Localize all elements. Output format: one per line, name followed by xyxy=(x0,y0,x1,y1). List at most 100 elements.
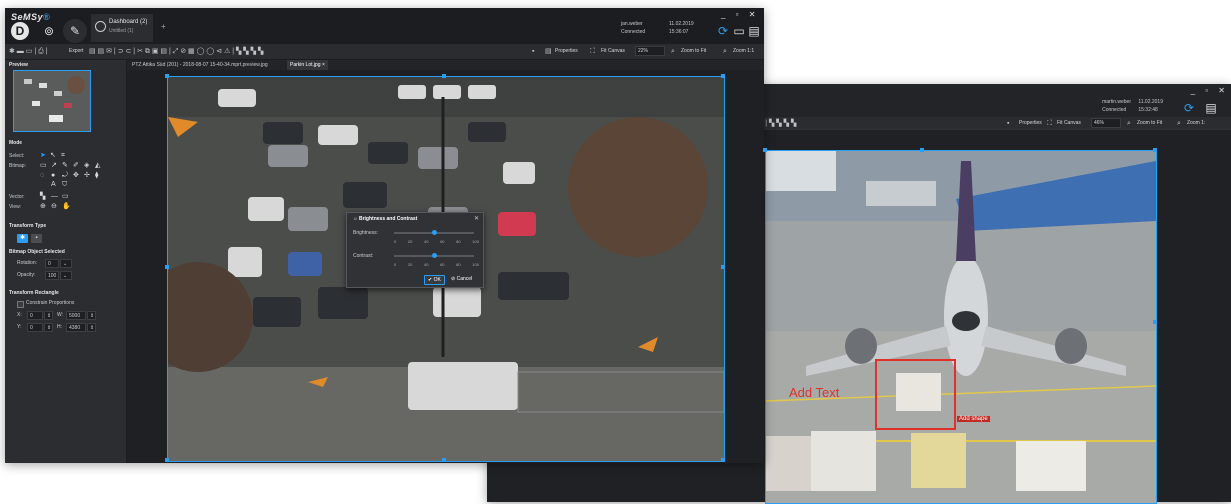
main-menu-button[interactable]: D xyxy=(11,22,29,40)
properties-button[interactable]: Properties xyxy=(1019,120,1042,126)
zoom-1-1-icon[interactable]: ⌕ xyxy=(1177,119,1181,128)
titlebar: SeMSy® D ⊚ ✎ Dashboard (2) Untitled (1) … xyxy=(5,8,764,44)
window-controls[interactable]: _ ▫ ✕ xyxy=(1191,86,1229,95)
layout-icon[interactable]: ▤ xyxy=(742,19,764,43)
resize-handle[interactable] xyxy=(721,265,725,269)
add-text-annotation[interactable]: Add Text xyxy=(789,385,839,400)
tab-document-parking[interactable]: Parkin Lot.jpg × xyxy=(287,60,328,70)
opacity-input[interactable]: 100 xyxy=(45,271,59,280)
annotation-rectangle[interactable] xyxy=(875,359,956,430)
cancel-button[interactable]: ⊘ Cancel xyxy=(448,275,475,283)
add-tab-icon[interactable]: + xyxy=(161,22,166,31)
resize-handle[interactable] xyxy=(442,458,446,462)
eraser-icon[interactable]: ◭ xyxy=(95,162,100,170)
h-input[interactable]: 4380 xyxy=(66,323,86,332)
contrast-slider[interactable] xyxy=(394,253,474,258)
move-icon[interactable]: ✥ xyxy=(73,172,79,180)
zoom-out-icon[interactable]: ⊖ xyxy=(51,203,57,211)
zoom-to-fit-button[interactable]: Zoom to Fit xyxy=(1137,120,1162,126)
zoom-1-1-button[interactable]: Zoom 1:1 xyxy=(733,48,754,54)
tool-icons-left[interactable]: ✱ ▬ ▭ | ⎙ | xyxy=(9,47,47,56)
transform-icon[interactable]: ✢ xyxy=(84,172,90,180)
x-input[interactable]: 0 xyxy=(27,311,43,320)
properties-button[interactable]: Properties xyxy=(555,48,578,54)
lasso-icon[interactable]: ◌ xyxy=(40,172,44,180)
brightness-slider[interactable] xyxy=(394,230,474,235)
select-pointer-icon[interactable]: ↖ xyxy=(50,152,56,160)
resize-handle[interactable] xyxy=(1153,320,1157,324)
fit-canvas-button[interactable]: Fit Canvas xyxy=(601,48,625,54)
resize-handle[interactable] xyxy=(1153,148,1157,152)
drop-icon[interactable]: ● xyxy=(51,172,55,180)
fit-canvas-icon[interactable]: ⛶ xyxy=(1047,119,1052,128)
zoom-in-icon[interactable]: ⊕ xyxy=(40,203,46,211)
opacity-dropdown[interactable]: ⌄ xyxy=(60,271,72,280)
zoom-to-fit-icon[interactable]: ⌕ xyxy=(1127,119,1131,128)
pen-icon[interactable]: ✐ xyxy=(73,162,79,170)
h-stepper[interactable]: ⇕ xyxy=(87,323,96,332)
ok-button[interactable]: ✔ OK xyxy=(424,275,445,285)
text-icon[interactable]: A xyxy=(51,181,56,189)
left-panel: Preview Mode Select: ➤ ↖ ⌗ Bitmap: ▭ ↗ ✎… xyxy=(5,60,127,463)
y-stepper[interactable]: ⇕ xyxy=(44,323,53,332)
shape-icon[interactable]: ▚ xyxy=(40,193,45,201)
fit-canvas-icon[interactable]: ⛶ xyxy=(590,47,595,56)
zoom-1-1-button[interactable]: Zoom 1: xyxy=(1187,120,1205,126)
resize-handle[interactable] xyxy=(763,148,767,152)
resize-handle[interactable] xyxy=(442,74,446,78)
properties-panel-icon[interactable]: ▤ xyxy=(545,47,552,56)
properties-icon[interactable]: ▪ xyxy=(1007,119,1009,128)
x-stepper[interactable]: ⇕ xyxy=(44,311,53,320)
transform-rect-button[interactable]: ▪ xyxy=(31,234,42,243)
brightness-slider-knob[interactable] xyxy=(432,230,437,235)
close-tab-icon[interactable]: × xyxy=(322,62,325,68)
tab-dashboard[interactable]: Dashboard (2) Untitled (1) xyxy=(91,14,153,42)
rotation-input[interactable]: 0 xyxy=(45,259,59,268)
resize-handle[interactable] xyxy=(165,265,169,269)
y-label: Y: xyxy=(17,324,22,330)
tab-document-preview[interactable]: PTZ Attika Süd (201) - 2018-08-07 15-40-… xyxy=(129,60,271,70)
zoom-to-fit-button[interactable]: Zoom to Fit xyxy=(681,48,706,54)
dialog-close-icon[interactable]: ✕ xyxy=(474,215,479,222)
zoom-1-1-icon[interactable]: ⌕ xyxy=(723,47,727,56)
resize-handle[interactable] xyxy=(721,74,725,78)
window-controls[interactable]: _ ▫ ✕ xyxy=(721,10,759,19)
transform-free-button[interactable]: ✱ xyxy=(17,234,28,243)
resize-handle[interactable] xyxy=(165,74,169,78)
select-crop-icon[interactable]: ⌗ xyxy=(61,152,65,160)
rect-select-icon[interactable]: ▭ xyxy=(40,162,47,170)
edit-icon[interactable]: ✎ xyxy=(63,19,87,43)
text-box-icon[interactable]: ▭ xyxy=(62,193,69,201)
select-arrow-icon[interactable]: ➤ xyxy=(40,152,46,160)
datetime: 11.02.2019 15:32:48 xyxy=(1138,98,1163,114)
properties-icon[interactable]: ▪ xyxy=(532,47,534,56)
resize-handle[interactable] xyxy=(721,458,725,462)
funnel-icon[interactable]: ⛉ xyxy=(62,181,67,189)
resize-handle[interactable] xyxy=(920,148,924,152)
preview-thumbnail[interactable] xyxy=(13,70,91,132)
contrast-slider-knob[interactable] xyxy=(432,253,437,258)
zoom-select[interactable]: 22% xyxy=(635,46,665,56)
airport-image[interactable] xyxy=(765,150,1157,504)
add-shape-annotation[interactable]: Add shape xyxy=(957,416,990,422)
curve-icon[interactable]: ⤾ xyxy=(62,172,68,180)
line-icon[interactable]: — xyxy=(51,193,58,201)
constrain-checkbox[interactable] xyxy=(17,301,24,308)
export-button[interactable]: Export xyxy=(69,48,83,54)
wand-icon[interactable]: ↗ xyxy=(51,162,57,170)
zoom-to-fit-icon[interactable]: ⌕ xyxy=(671,47,675,56)
w-input[interactable]: 5000 xyxy=(66,311,86,320)
camera-icon[interactable]: ⊚ xyxy=(37,19,61,43)
fit-canvas-button[interactable]: Fit Canvas xyxy=(1057,120,1081,126)
fill-icon[interactable]: ◈ xyxy=(84,162,89,170)
w-stepper[interactable]: ⇕ xyxy=(87,311,96,320)
file-icons-group[interactable]: ▤ ▤ ✉ | ⊃ ⊂ | ✂ ⧉ ▣ ▤ | ⤢ ⊘ ▦ ◯ ◯ ⊲ ⚠ | … xyxy=(89,47,263,56)
resize-handle[interactable] xyxy=(165,458,169,462)
brush-icon[interactable]: ✎ xyxy=(62,162,68,170)
pan-hand-icon[interactable]: ✋ xyxy=(62,203,71,211)
tab-subtitle: Untitled (1) xyxy=(109,28,134,34)
bucket-icon[interactable]: ⧫ xyxy=(95,172,98,180)
rotation-dropdown[interactable]: ⌄ xyxy=(60,259,72,268)
y-input[interactable]: 0 xyxy=(27,323,43,332)
zoom-select[interactable]: 46% xyxy=(1091,118,1121,128)
